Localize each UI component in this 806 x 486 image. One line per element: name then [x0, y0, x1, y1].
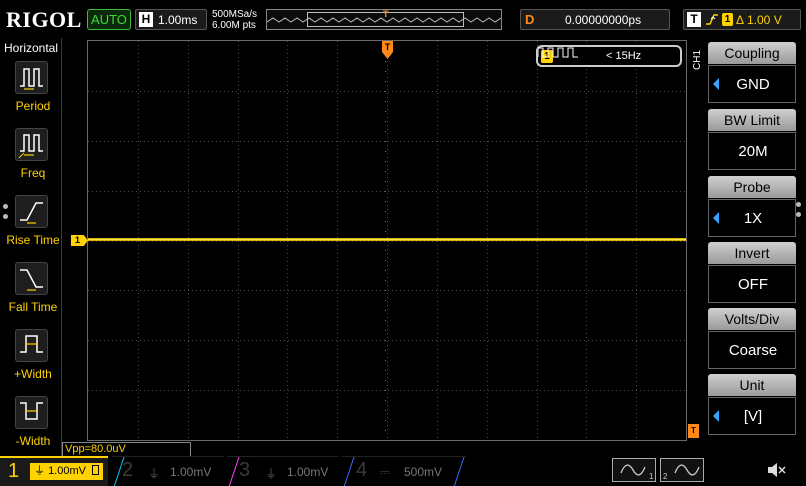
measure-label: Rise Time: [6, 233, 60, 247]
ch1-ground-marker[interactable]: 1: [71, 235, 88, 246]
timebase-badge: H: [139, 12, 153, 27]
timebase-display[interactable]: H 1.00ms: [135, 9, 207, 30]
waveform-display[interactable]: 1 < 15Hz: [87, 40, 687, 441]
ground-coupling-icon: ⏚: [265, 467, 278, 481]
square-wave-icon: [538, 47, 578, 58]
fall-time-icon: [15, 262, 48, 295]
measure-rise-time[interactable]: Rise Time: [0, 195, 62, 261]
measure-label: Fall Time: [8, 300, 58, 314]
menu-page-indicator: [796, 202, 801, 222]
top-status-bar: RIGOL AUTO H 1.00ms 500MSa/s 6.00M pts T…: [0, 0, 806, 38]
menu-item-label: Probe: [708, 176, 796, 198]
measure-frequency[interactable]: Freq: [0, 128, 62, 194]
ground-coupling-icon: ⏚: [34, 465, 45, 477]
brand-logo: RIGOL: [6, 7, 82, 32]
channel-scale: 1.00mV: [170, 465, 212, 479]
menu-item-value: GND: [736, 76, 770, 93]
ch1-trace: [88, 238, 686, 241]
trigger-badge: T: [687, 12, 701, 27]
menu-probe[interactable]: Probe 1X: [708, 176, 796, 238]
menu-item-label: Invert: [708, 242, 796, 264]
sampling-info: 500MSa/s 6.00M pts: [212, 9, 257, 31]
channel-1-tab[interactable]: 1 ⏚ 1.00mV: [0, 456, 108, 486]
channel-1-scale-box: ⏚ 1.00mV: [30, 463, 103, 480]
trigger-delta-icon: Δ: [736, 13, 745, 27]
memory-depth: 6.00M pts: [212, 20, 256, 31]
channel-scale: 500mV: [404, 465, 443, 479]
menu-item-label: Volts/Div: [708, 308, 796, 330]
frequency-counter: 1 < 15Hz: [536, 45, 682, 67]
counter-value: < 15Hz: [606, 50, 642, 62]
svg-text:2: 2: [663, 472, 668, 481]
measure-label: +Width: [14, 367, 52, 381]
bw-limit-icon: [92, 465, 100, 475]
channel-number: 4: [356, 459, 368, 481]
positive-width-icon: [15, 329, 48, 362]
menu-item-label: Unit: [708, 374, 796, 396]
ground-coupling-icon: ⏚: [148, 467, 161, 481]
measure-fall-time[interactable]: Fall Time: [0, 262, 62, 328]
measure-label: -Width: [15, 434, 51, 448]
menu-bw-limit[interactable]: BW Limit 20M: [708, 109, 796, 171]
channel-scale: 1.00mV: [48, 465, 86, 477]
channel-2-tab[interactable]: 2 ⏚ 1.00mV: [112, 456, 224, 486]
dc-coupling-icon: ⎓: [380, 465, 390, 479]
trigger-display[interactable]: T 1 Δ 1.00 V: [683, 9, 801, 30]
tab-separator: [453, 457, 465, 486]
svg-text:1: 1: [649, 472, 654, 481]
svg-text:T: T: [385, 42, 391, 52]
trigger-level-marker[interactable]: T: [688, 424, 699, 438]
trigger-level: 1.00 V: [747, 13, 782, 27]
menu-invert[interactable]: Invert OFF: [708, 242, 796, 304]
period-icon: [15, 61, 48, 94]
menu-item-value: [V]: [743, 408, 763, 425]
measure-label: Freq: [20, 166, 46, 180]
sine-wave-icon: 1: [620, 464, 654, 481]
delay-display[interactable]: D 0.00000000ps: [520, 9, 670, 30]
menu-item-value: 1X: [743, 210, 763, 227]
measurement-readout: Vpp=80.0uV: [62, 442, 191, 457]
measure-positive-width[interactable]: +Width: [0, 329, 62, 395]
menu-volts-div[interactable]: Volts/Div Coarse: [708, 308, 796, 370]
sample-rate: 500MSa/s: [212, 9, 258, 20]
channel-status-bar: 1 ⏚ 1.00mV 2 ⏚ 1.00mV 3 ⏚ 1.00mV 4 ⎓ 500…: [0, 456, 806, 486]
menu-item-label: BW Limit: [708, 109, 796, 131]
tab-separator: [343, 457, 355, 486]
trigger-source-badge: 1: [722, 13, 733, 26]
channel-number: 3: [239, 459, 251, 481]
trigger-position-icon: T: [383, 9, 389, 19]
channel-menu: Coupling GND BW Limit 20M Probe 1X Inver…: [700, 38, 806, 456]
delay-value: 0.00000000ps: [565, 13, 642, 27]
frequency-icon: [15, 128, 48, 161]
delay-badge: D: [525, 12, 535, 27]
channel-4-tab[interactable]: 4 ⎓ 500mV: [342, 456, 466, 486]
sine-wave-icon: 2: [663, 464, 700, 481]
channel-3-tab[interactable]: 3 ⏚ 1.00mV: [227, 456, 339, 486]
measure-period[interactable]: Period: [0, 61, 62, 127]
menu-coupling[interactable]: Coupling GND: [708, 42, 796, 104]
channel-number: 1: [8, 460, 20, 482]
menu-unit[interactable]: Unit [V]: [708, 374, 796, 436]
run-mode-indicator[interactable]: AUTO: [87, 9, 131, 30]
menu-item-value: Coarse: [728, 342, 778, 359]
measure-label: Period: [15, 99, 51, 113]
source-2-button[interactable]: 2: [660, 458, 704, 482]
menu-item-value: 20M: [738, 143, 768, 160]
panel-title: Horizontal: [4, 41, 59, 55]
channel-number: 2: [122, 459, 134, 481]
speaker-muted-icon[interactable]: [765, 460, 787, 480]
channel-scale: 1.00mV: [287, 465, 329, 479]
menu-item-value: OFF: [738, 276, 768, 293]
horizontal-measure-panel: Horizontal Period Freq Rise Time Fall Ti…: [0, 38, 62, 456]
source-1-button[interactable]: 1: [612, 458, 656, 482]
measure-negative-width[interactable]: -Width: [0, 396, 62, 462]
menu-item-label: Coupling: [708, 42, 796, 64]
memory-position-strip[interactable]: T: [266, 9, 502, 30]
negative-width-icon: [15, 396, 48, 429]
trigger-position-marker[interactable]: T: [382, 41, 393, 59]
rising-edge-icon: [706, 14, 718, 25]
timebase-value: 1.00ms: [158, 13, 198, 27]
rise-time-icon: [15, 195, 48, 228]
